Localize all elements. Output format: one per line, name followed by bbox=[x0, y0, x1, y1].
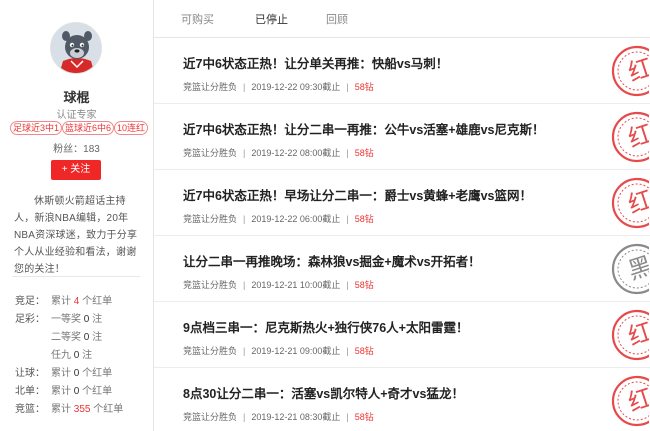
article-category: 竞篮让分胜负 bbox=[183, 412, 238, 422]
article-meta: 竞篮让分胜负 | 2019-12-22 08:00截止 | 58钻 bbox=[183, 148, 374, 158]
article-price: 58钻 bbox=[354, 280, 374, 290]
stamp-result-text: 红 bbox=[625, 383, 649, 417]
stat-row: 足彩： 一等奖 0 注 bbox=[15, 312, 145, 328]
stat-label: 足彩： bbox=[15, 314, 45, 325]
tab-stopped[interactable]: 已停止 bbox=[255, 11, 288, 27]
win-stamp-icon: 红 bbox=[605, 109, 649, 165]
mascot-avatar-image bbox=[51, 23, 101, 73]
article-title[interactable]: 近7中6状态正热！早场让分二串一：爵士vs黄蜂+老鹰vs篮网！ bbox=[183, 185, 532, 204]
article-item[interactable]: 近7中6状态正热！让分二串一再推：公牛vs活塞+雄鹿vs尼克斯！ 竞篮让分胜负 |… bbox=[154, 104, 650, 170]
win-stamp-icon: 红 bbox=[605, 373, 649, 429]
article-deadline: 2019-12-22 08:00截止 bbox=[251, 148, 341, 158]
user-name: 球棍 bbox=[63, 90, 90, 105]
stat-suffix: 个红单 bbox=[82, 296, 113, 307]
stat-number: 0 bbox=[73, 350, 80, 361]
stat-prefix: 累计 bbox=[51, 386, 71, 397]
stat-number: 0 bbox=[83, 314, 90, 325]
tab-review[interactable]: 回顾 bbox=[326, 11, 348, 27]
stamp-result-text: 红 bbox=[625, 185, 649, 219]
stamp-result-text: 红 bbox=[625, 53, 649, 87]
stat-row: 任九 0 注 bbox=[15, 348, 145, 364]
stat-row: 竞足： 累计 4 个红单 bbox=[15, 294, 145, 310]
fans-count: 粉丝：183 bbox=[53, 144, 100, 155]
stat-prefix: 任九 bbox=[51, 350, 71, 361]
article-category: 竞篮让分胜负 bbox=[183, 346, 238, 356]
stat-prefix: 累计 bbox=[51, 296, 71, 307]
achievement-tag: 足球近3中1 bbox=[10, 121, 63, 135]
stat-row: 二等奖 0 注 bbox=[15, 330, 145, 346]
article-meta: 竞篮让分胜负 | 2019-12-21 09:00截止 | 58钻 bbox=[183, 346, 374, 356]
article-item[interactable]: 近7中6状态正热！早场让分二串一：爵士vs黄蜂+老鹰vs篮网！ 竞篮让分胜负 | 2… bbox=[154, 170, 650, 236]
sidebar-divider bbox=[12, 276, 140, 277]
article-price: 58钻 bbox=[354, 148, 374, 158]
stat-row: 北单： 累计 0 个红单 bbox=[15, 384, 145, 400]
tab-purchasable[interactable]: 可购买 bbox=[181, 11, 214, 27]
profile-sidebar: 球棍 认证专家 足球近3中1 篮球近6中6 10连红 粉丝：183 + 关注 休… bbox=[0, 0, 153, 431]
article-deadline: 2019-12-21 09:00截止 bbox=[251, 346, 341, 356]
win-stamp-icon: 红 bbox=[605, 307, 649, 363]
stamp-result-text: 红 bbox=[625, 119, 649, 153]
lose-stamp-icon: 黑 bbox=[605, 241, 649, 297]
stat-prefix: 二等奖 bbox=[51, 332, 81, 343]
stat-label: 让球： bbox=[15, 368, 45, 379]
win-stamp-icon: 红 bbox=[605, 175, 649, 231]
article-price: 58钻 bbox=[354, 412, 374, 422]
avatar[interactable] bbox=[50, 22, 102, 74]
article-list: 近7中6状态正热！让分单关再推：快船vs马刺！ 竞篮让分胜负 | 2019-12-2… bbox=[154, 38, 650, 431]
stat-prefix: 累计 bbox=[51, 404, 71, 415]
article-deadline: 2019-12-21 10:00截止 bbox=[251, 280, 341, 290]
article-price: 58钻 bbox=[354, 82, 374, 92]
stat-suffix: 注 bbox=[92, 314, 103, 325]
article-item[interactable]: 让分二串一再推晚场：森林狼vs掘金+魔术vs开拓者！ 竞篮让分胜负 | 2019-1… bbox=[154, 236, 650, 302]
stat-number: 4 bbox=[73, 296, 80, 307]
article-deadline: 2019-12-21 08:30截止 bbox=[251, 412, 341, 422]
stat-label: 竞足： bbox=[15, 296, 45, 307]
article-meta: 竞篮让分胜负 | 2019-12-22 09:30截止 | 58钻 bbox=[183, 82, 374, 92]
stat-prefix: 一等奖 bbox=[51, 314, 81, 325]
stat-prefix: 累计 bbox=[51, 368, 71, 379]
article-title[interactable]: 近7中6状态正热！让分单关再推：快船vs马刺！ bbox=[183, 53, 448, 72]
stat-number: 355 bbox=[73, 404, 91, 415]
user-title: 认证专家 bbox=[56, 110, 97, 121]
stat-suffix: 个红单 bbox=[82, 386, 113, 397]
stat-number: 0 bbox=[83, 332, 90, 343]
follow-button[interactable]: + 关注 bbox=[51, 160, 101, 180]
stat-suffix: 个红单 bbox=[82, 368, 113, 379]
article-item[interactable]: 9点档三串一：尼克斯热火+独行侠76人+太阳雷霆！ 竞篮让分胜负 | 2019-12… bbox=[154, 302, 650, 368]
article-title[interactable]: 近7中6状态正热！让分二串一再推：公牛vs活塞+雄鹿vs尼克斯！ bbox=[183, 119, 545, 138]
article-price: 58钻 bbox=[354, 214, 374, 224]
article-meta: 竞篮让分胜负 | 2019-12-22 06:00截止 | 58钻 bbox=[183, 214, 374, 224]
article-title[interactable]: 让分二串一再推晚场：森林狼vs掘金+魔术vs开拓者！ bbox=[183, 251, 481, 270]
achievement-tag: 10连红 bbox=[114, 121, 149, 135]
stat-suffix: 注 bbox=[82, 350, 93, 361]
achievement-tag: 篮球近6中6 bbox=[62, 121, 115, 135]
article-price: 58钻 bbox=[354, 346, 374, 356]
article-deadline: 2019-12-22 09:30截止 bbox=[251, 82, 341, 92]
article-category: 竞篮让分胜负 bbox=[183, 82, 238, 92]
stat-suffix: 个红单 bbox=[93, 404, 124, 415]
achievement-tags: 足球近3中1 篮球近6中6 10连红 bbox=[10, 121, 149, 135]
stat-row: 竞篮： 累计 355 个红单 bbox=[15, 402, 145, 418]
stamp-result-text: 红 bbox=[625, 317, 649, 351]
stat-row: 让球： 累计 0 个红单 bbox=[15, 366, 145, 382]
article-meta: 竞篮让分胜负 | 2019-12-21 10:00截止 | 58钻 bbox=[183, 280, 374, 290]
article-category: 竞篮让分胜负 bbox=[183, 280, 238, 290]
bio-text: 休斯顿火箭超话主持人，新浪NBA编辑，20年NBA资深球迷，致力于分享个人从业经… bbox=[14, 196, 138, 275]
article-meta: 竞篮让分胜负 | 2019-12-21 08:30截止 | 58钻 bbox=[183, 412, 374, 422]
stat-number: 0 bbox=[73, 386, 80, 397]
article-category: 竞篮让分胜负 bbox=[183, 148, 238, 158]
stat-label: 竞篮： bbox=[15, 404, 45, 415]
tab-bar: 可购买 已停止 回顾 bbox=[154, 0, 650, 38]
win-stamp-icon: 红 bbox=[605, 43, 649, 99]
stat-number: 0 bbox=[73, 368, 80, 379]
article-category: 竞篮让分胜负 bbox=[183, 214, 238, 224]
stat-label: 北单： bbox=[15, 386, 45, 397]
stat-suffix: 注 bbox=[92, 332, 103, 343]
article-item[interactable]: 近7中6状态正热！让分单关再推：快船vs马刺！ 竞篮让分胜负 | 2019-12-2… bbox=[154, 38, 650, 104]
article-title[interactable]: 8点30让分二串一：活塞vs凯尔特人+奇才vs猛龙！ bbox=[183, 383, 464, 402]
article-deadline: 2019-12-22 06:00截止 bbox=[251, 214, 341, 224]
article-title[interactable]: 9点档三串一：尼克斯热火+独行侠76人+太阳雷霆！ bbox=[183, 317, 468, 336]
stamp-result-text: 黑 bbox=[625, 251, 649, 285]
article-item[interactable]: 8点30让分二串一：活塞vs凯尔特人+奇才vs猛龙！ 竞篮让分胜负 | 2019-1… bbox=[154, 368, 650, 431]
